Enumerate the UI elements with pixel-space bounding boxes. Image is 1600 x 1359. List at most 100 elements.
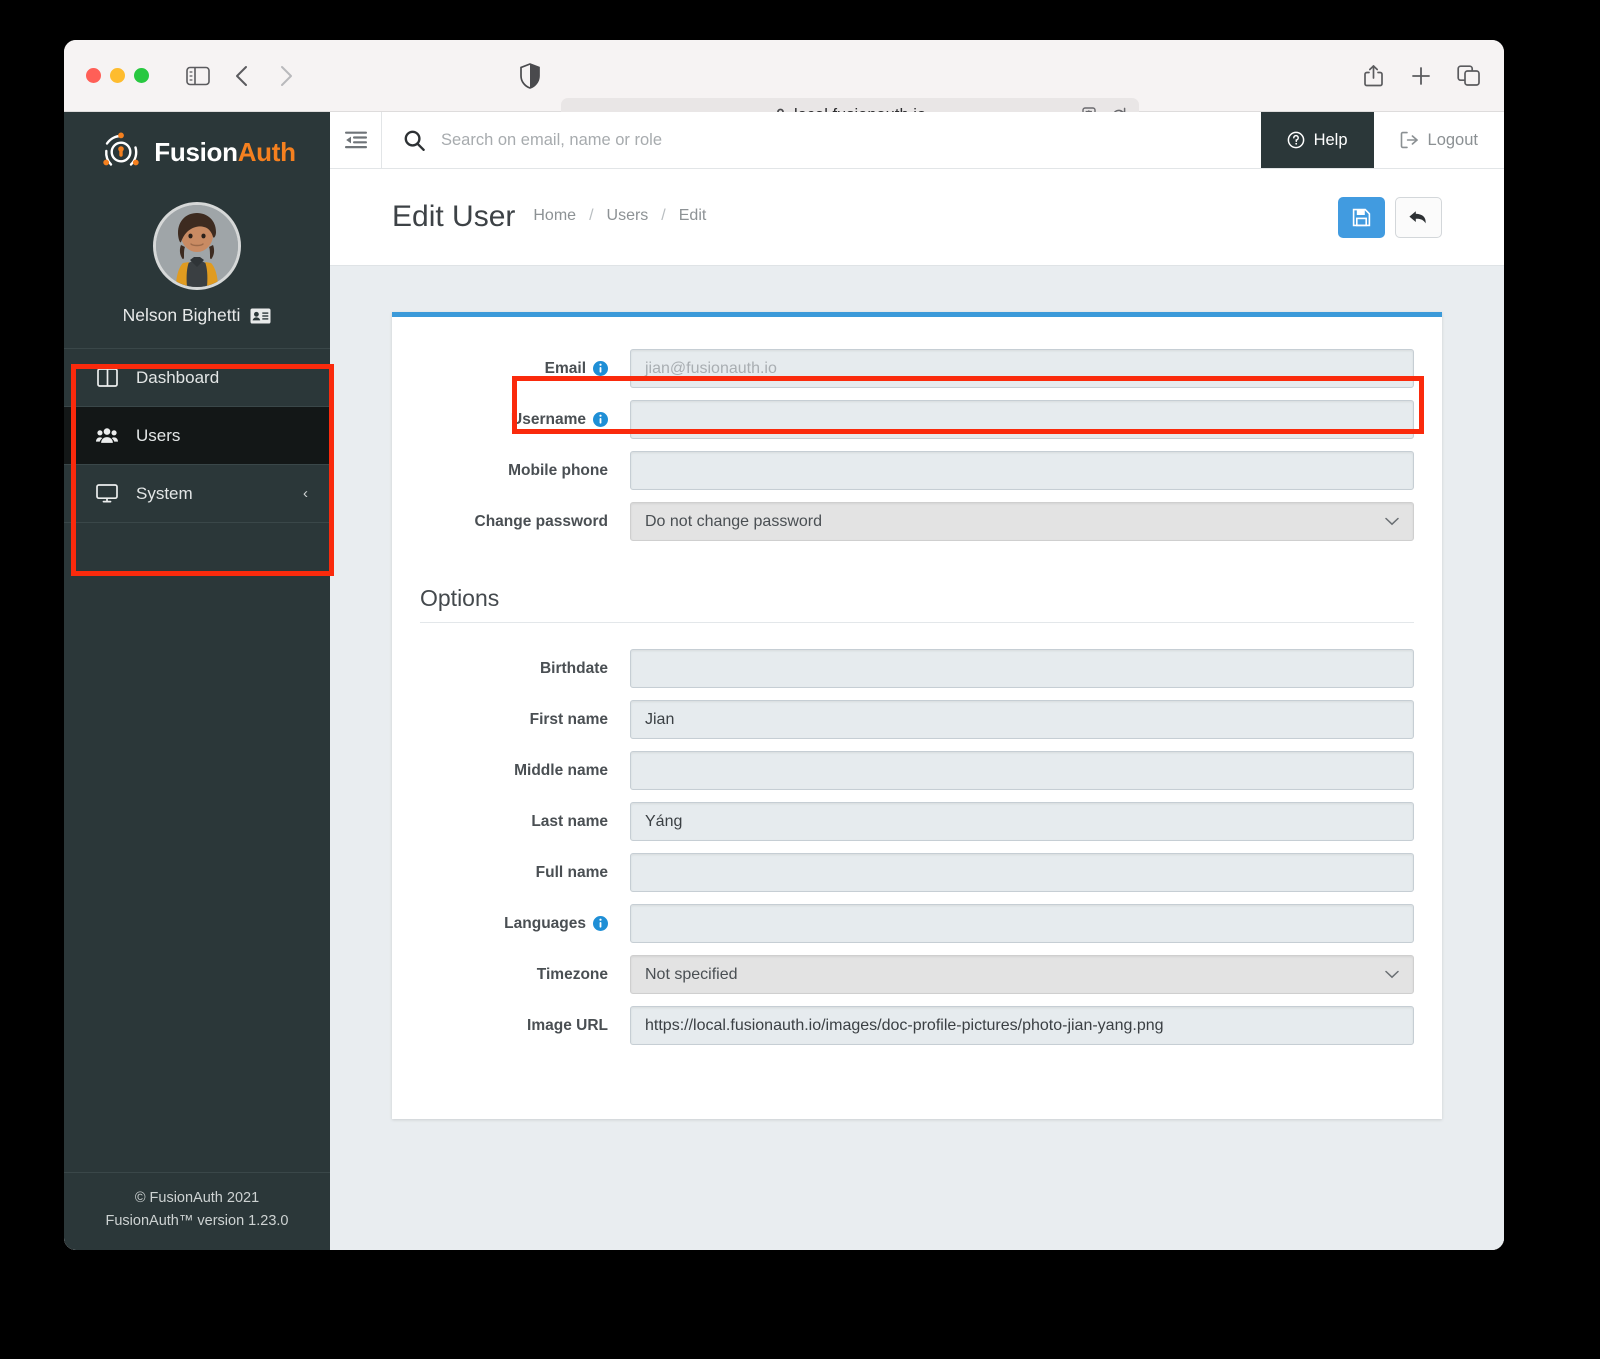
- form-label-middle-name: Middle name: [420, 762, 630, 780]
- traffic-lights: [86, 68, 149, 83]
- minimize-window-button[interactable]: [110, 68, 125, 83]
- logout-icon: [1400, 131, 1419, 149]
- sidebar-item-dashboard[interactable]: Dashboard: [64, 349, 330, 407]
- change-password-select[interactable]: Do not change password: [630, 502, 1414, 541]
- header-actions: [1338, 196, 1442, 238]
- sidebar: FusionAuth Nelson Bighetti Dashboard Use…: [64, 112, 334, 1250]
- form-row-last-name: Last name Yáng: [392, 802, 1442, 841]
- form-label-text-email: Email: [544, 359, 586, 377]
- form-label-username: Username: [420, 411, 630, 429]
- mobile-phone-field[interactable]: [630, 451, 1414, 490]
- form-label-full-name: Full name: [420, 864, 630, 882]
- brand-logo[interactable]: FusionAuth: [64, 112, 330, 184]
- info-icon[interactable]: [593, 412, 608, 427]
- brand-text: FusionAuth: [154, 136, 296, 168]
- form-label-image-url: Image URL: [420, 1017, 630, 1035]
- logout-button[interactable]: Logout: [1373, 112, 1504, 168]
- sidebar-toggle-icon[interactable]: [185, 63, 211, 89]
- help-label: Help: [1313, 130, 1348, 149]
- form-label-languages: Languages: [420, 915, 630, 933]
- sidebar-item-label-users: Users: [136, 425, 181, 445]
- privacy-shield-icon[interactable]: [519, 40, 541, 111]
- avatar[interactable]: [153, 202, 241, 290]
- email-field[interactable]: jian@fusionauth.io: [630, 349, 1414, 388]
- first-name-field[interactable]: Jian: [630, 700, 1414, 739]
- full-name-field[interactable]: [630, 853, 1414, 892]
- form-label-text-username: Username: [511, 410, 586, 428]
- search-icon: [404, 130, 425, 151]
- sidebar-item-label-dashboard: Dashboard: [136, 367, 220, 387]
- form-label-text-languages: Languages: [504, 914, 586, 932]
- version-text: FusionAuth™ version 1.23.0: [105, 1212, 289, 1229]
- birthdate-field[interactable]: [630, 649, 1414, 688]
- breadcrumb-separator: /: [661, 206, 666, 224]
- close-window-button[interactable]: [86, 68, 101, 83]
- form-label-mobile-phone: Mobile phone: [420, 462, 630, 480]
- fusionauth-logo-icon: [98, 129, 144, 175]
- brand-text-fusion: Fusion: [154, 136, 238, 167]
- copyright-text: © FusionAuth 2021: [134, 1190, 260, 1207]
- fusionauth-app: FusionAuth Nelson Bighetti Dashboard Use…: [64, 112, 1504, 1250]
- form-label-text-change-password: Change password: [474, 512, 609, 530]
- form-row-first-name: First name Jian: [392, 700, 1442, 739]
- options-section-title: Options: [420, 585, 500, 611]
- id-card-icon[interactable]: [250, 308, 271, 324]
- username-field[interactable]: [630, 400, 1414, 439]
- search-input[interactable]: [441, 130, 1261, 150]
- form-label-text-first-name: First name: [529, 710, 608, 728]
- edit-user-card: Email jian@fusionauth.io Username Mobile…: [392, 312, 1442, 1119]
- timezone-select[interactable]: Not specified: [630, 955, 1414, 994]
- breadcrumb-item-users[interactable]: Users: [607, 207, 649, 225]
- info-icon[interactable]: [593, 916, 608, 931]
- sidebar-nav: Dashboard Users System ‹: [64, 348, 330, 523]
- form-label-text-last-name: Last name: [531, 812, 608, 830]
- form-row-email: Email jian@fusionauth.io: [392, 349, 1442, 388]
- last-name-field[interactable]: Yáng: [630, 802, 1414, 841]
- breadcrumb: Home / Users / Edit: [533, 207, 706, 228]
- breadcrumb-item-home[interactable]: Home: [533, 207, 576, 225]
- question-circle-icon: [1287, 131, 1305, 149]
- maximize-window-button[interactable]: [134, 68, 149, 83]
- help-button[interactable]: Help: [1260, 112, 1374, 168]
- forward-arrow-icon[interactable]: [273, 63, 299, 89]
- form-label-first-name: First name: [420, 711, 630, 729]
- timezone-value: Not specified: [645, 965, 738, 983]
- form-label-timezone: Timezone: [420, 966, 630, 984]
- sidebar-user-name: Nelson Bighetti: [122, 305, 241, 325]
- browser-toolbar-actions: [1360, 40, 1482, 111]
- dashboard-icon: [96, 367, 118, 389]
- page-title: Edit User: [392, 200, 516, 233]
- form-label-change-password: Change password: [420, 513, 630, 531]
- chevron-down-icon: [1385, 970, 1399, 979]
- back-arrow-icon[interactable]: [229, 63, 255, 89]
- middle-name-field[interactable]: [630, 751, 1414, 790]
- form-label-birthdate: Birthdate: [420, 660, 630, 678]
- form-row-image-url: Image URL https://local.fusionauth.io/im…: [392, 1006, 1442, 1045]
- browser-chrome: local.fusionauth.io A: [64, 40, 1504, 133]
- image-url-field[interactable]: https://local.fusionauth.io/images/doc-p…: [630, 1006, 1414, 1045]
- form-row-birthdate: Birthdate: [392, 649, 1442, 688]
- sidebar-user-name-row[interactable]: Nelson Bighetti: [64, 305, 330, 326]
- form-row-mobile-phone: Mobile phone: [392, 451, 1442, 490]
- sidebar-item-system[interactable]: System ‹: [64, 465, 330, 523]
- users-icon: [96, 425, 118, 447]
- avatar-wrap: [64, 202, 330, 290]
- languages-field[interactable]: [630, 904, 1414, 943]
- save-button[interactable]: [1338, 196, 1385, 238]
- collapse-sidebar-icon[interactable]: [330, 112, 382, 168]
- browser-nav-controls: [185, 63, 299, 89]
- breadcrumb-item-edit: Edit: [678, 206, 707, 224]
- form-row-change-password: Change password Do not change password: [392, 502, 1442, 541]
- sidebar-item-users[interactable]: Users: [64, 407, 330, 465]
- back-button[interactable]: [1395, 196, 1442, 238]
- tab-overview-icon[interactable]: [1456, 63, 1482, 89]
- plus-icon[interactable]: [1408, 63, 1434, 89]
- form-label-last-name: Last name: [420, 813, 630, 831]
- share-icon[interactable]: [1360, 63, 1386, 89]
- page-header: Edit User Home / Users / Edit: [330, 169, 1504, 266]
- form-label-text-mobile-phone: Mobile phone: [508, 461, 608, 479]
- info-icon[interactable]: [593, 361, 608, 376]
- form-row-full-name: Full name: [392, 853, 1442, 892]
- content-area: Email jian@fusionauth.io Username Mobile…: [330, 266, 1504, 1250]
- form-label-text-image-url: Image URL: [527, 1016, 608, 1034]
